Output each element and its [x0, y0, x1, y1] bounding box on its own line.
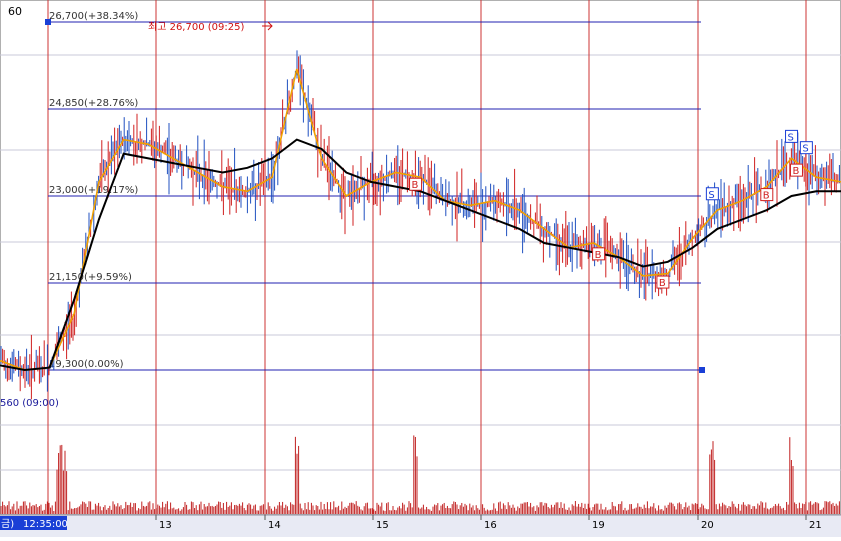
current-time-label: 12:35:00 — [23, 519, 68, 530]
x-tick-label: 14 — [268, 520, 281, 531]
low-marker-label: 560 (09:00) — [0, 398, 59, 409]
period-label: 60 — [8, 5, 22, 18]
x-tick-label: 21 — [809, 520, 822, 531]
x-axis-bar — [0, 515, 841, 537]
fib-level-label: 23,000(+19.17%) — [49, 185, 138, 196]
signal-label: B — [412, 180, 419, 191]
fib-level-label: 21,150(+9.59%) — [49, 272, 132, 283]
signal-label: B — [659, 278, 666, 289]
signal-label: S — [708, 190, 714, 201]
signal-label: B — [792, 166, 799, 177]
fib-level-label: 24,850(+28.76%) — [49, 98, 138, 109]
fib-level-label: 26,700(+38.34%) — [49, 11, 138, 22]
fib-handle-start — [45, 19, 51, 25]
x-tick-label: 19 — [592, 520, 605, 531]
signal-label: B — [763, 191, 770, 202]
x-tick-label: 15 — [376, 520, 389, 531]
high-marker-label: 최고 26,700 (09:25) — [148, 21, 244, 33]
fib-level-label: 19,300(0.00%) — [49, 359, 124, 370]
signal-label: S — [802, 144, 808, 155]
x-tick-label: 13 — [159, 520, 172, 531]
weekday-label: 금) — [1, 518, 14, 530]
stock-chart[interactable]: 26,700(+38.34%) 24,850(+28.76%) 23,000(+19… — [0, 0, 841, 537]
signal-label: S — [788, 132, 794, 143]
chart-canvas[interactable]: 26,700(+38.34%) 24,850(+28.76%) 23,000(+19… — [0, 0, 841, 537]
x-tick-label: 16 — [484, 520, 497, 531]
chart-background — [0, 0, 841, 537]
fib-handle-end — [699, 367, 705, 373]
x-tick-label: 20 — [701, 520, 714, 531]
signal-label: B — [595, 250, 602, 261]
